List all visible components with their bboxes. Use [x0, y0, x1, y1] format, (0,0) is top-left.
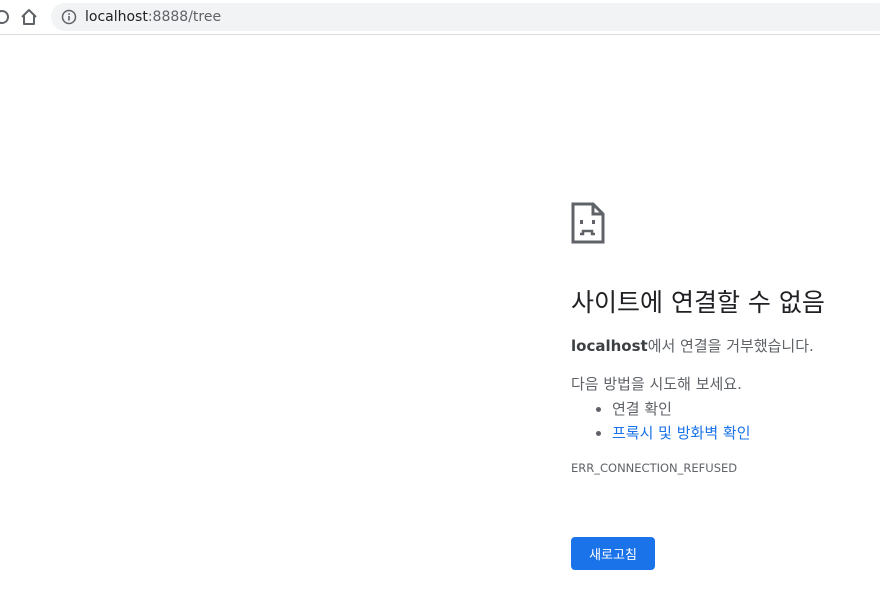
browser-toolbar: localhost:8888/tree — [0, 0, 880, 35]
error-heading: 사이트에 연결할 수 없음 — [571, 288, 825, 317]
home-icon[interactable] — [19, 7, 39, 27]
suggestion-check-proxy-firewall: 프록시 및 방화벽 확인 — [612, 421, 871, 445]
proxy-firewall-link[interactable]: 프록시 및 방화벽 확인 — [612, 424, 751, 442]
reload-icon[interactable] — [0, 8, 10, 26]
info-icon[interactable] — [61, 9, 77, 25]
url-text[interactable]: localhost:8888/tree — [85, 8, 221, 26]
url-host: localhost — [85, 9, 148, 25]
suggestion-check-connection: 연결 확인 — [612, 397, 871, 421]
reload-button[interactable]: 새로고침 — [571, 537, 655, 570]
error-host: localhost — [571, 337, 648, 355]
suggestion-label: 연결 확인 — [612, 400, 672, 418]
suggestions-intro: 다음 방법을 시도해 보세요. — [571, 375, 742, 393]
error-message-text: 에서 연결을 거부했습니다. — [647, 337, 814, 355]
error-code: ERR_CONNECTION_REFUSED — [571, 461, 738, 475]
error-message: localhost에서 연결을 거부했습니다. — [571, 336, 871, 356]
error-panel: 사이트에 연결할 수 없음 localhost에서 연결을 거부했습니다. 다음… — [571, 202, 871, 475]
address-bar[interactable]: localhost:8888/tree — [51, 3, 880, 31]
url-path: :8888/tree — [147, 9, 222, 25]
suggestions-list: 연결 확인 프록시 및 방화벽 확인 — [571, 397, 871, 445]
sad-page-icon — [571, 202, 605, 244]
